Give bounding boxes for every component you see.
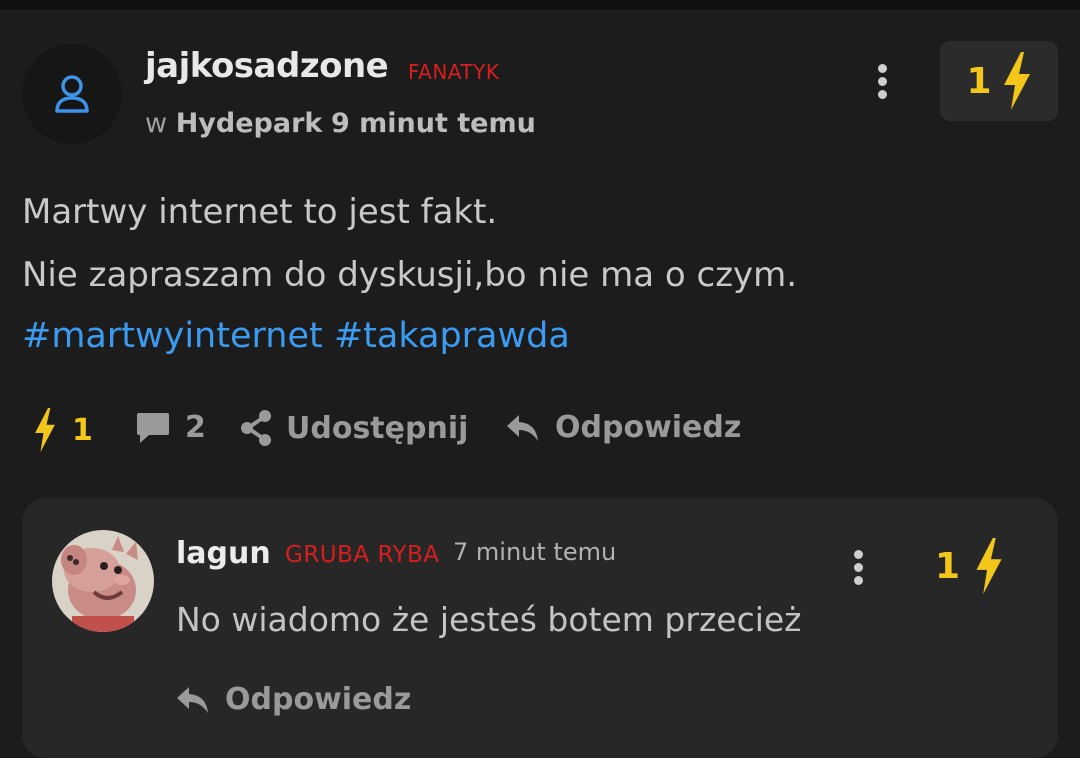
- reply-time: 7 minut temu: [453, 538, 617, 566]
- reply-rank-badge: GRUBA RYBA: [285, 542, 440, 568]
- vertical-dots-icon: [853, 550, 863, 559]
- community-link[interactable]: Hydepark: [176, 108, 323, 139]
- tag-link[interactable]: #martwyinternet: [22, 316, 323, 356]
- lightning-bolt-icon: [1003, 52, 1030, 110]
- lightning-bolt-icon: [35, 408, 55, 452]
- like-count: 1: [72, 412, 93, 448]
- reply-arrow-icon: [177, 686, 208, 713]
- share-label: Udostępnij: [286, 410, 469, 446]
- reply-vote-count: 1: [935, 545, 961, 587]
- user-icon: [55, 75, 89, 113]
- post-tags: #martwyinternet #takaprawda: [22, 316, 570, 356]
- reply-text: No wiadomo że jesteś botem przecież: [176, 600, 802, 639]
- share-button[interactable]: Udostępnij: [240, 410, 468, 446]
- pig-avatar-image: [52, 530, 154, 632]
- reply-label: Odpowiedz: [555, 410, 742, 445]
- reply-vote-button[interactable]: 1: [935, 538, 1004, 594]
- reply-avatar[interactable]: [52, 530, 154, 632]
- post-text-line: Martwy internet to jest fakt.: [22, 192, 498, 232]
- avatar[interactable]: [22, 44, 122, 144]
- post-menu-button[interactable]: [875, 64, 889, 99]
- tag-link[interactable]: #takaprawda: [334, 316, 570, 356]
- post-meta: w Hydepark 9 minut temu: [145, 108, 536, 139]
- reply-arrow-icon: [507, 414, 538, 441]
- meta-prefix: w: [145, 108, 168, 139]
- post-text-line: Nie zapraszam do dyskusji,bo nie ma o cz…: [22, 255, 798, 295]
- post-vote-button[interactable]: 1: [940, 41, 1058, 121]
- post-vote-count: 1: [966, 60, 992, 102]
- comments-button[interactable]: 2: [135, 410, 206, 445]
- reply-reply-button[interactable]: Odpowiedz: [175, 682, 411, 717]
- comment-bubble-icon: [137, 412, 169, 443]
- reply-menu-button[interactable]: [851, 550, 865, 585]
- lightning-bolt-icon: [976, 538, 1002, 594]
- like-button[interactable]: 1: [32, 408, 93, 452]
- post-author[interactable]: jajkosadzone: [145, 46, 389, 86]
- post-time: 9 minut temu: [330, 108, 536, 139]
- author-rank-badge: FANATYK: [408, 60, 500, 84]
- comment-count: 2: [185, 410, 206, 445]
- reply-button[interactable]: Odpowiedz: [505, 410, 741, 445]
- vertical-dots-icon: [877, 64, 887, 73]
- reply-author[interactable]: lagun: [176, 536, 271, 571]
- reply-label: Odpowiedz: [225, 682, 412, 717]
- share-icon: [241, 410, 271, 446]
- top-bar: [0, 0, 1080, 10]
